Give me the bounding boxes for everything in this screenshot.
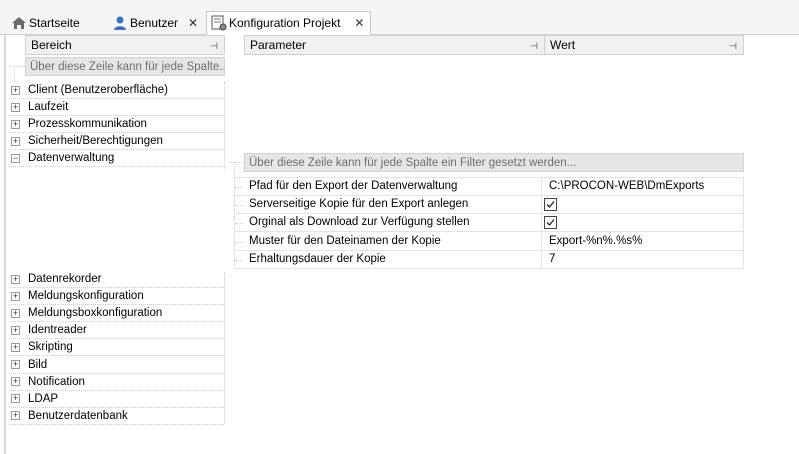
close-icon[interactable]: ✕ xyxy=(354,16,364,30)
expand-icon[interactable]: + xyxy=(11,377,20,387)
filter-placeholder: Über diese Zeile kann für jede Spalte ei… xyxy=(249,156,577,169)
expand-icon[interactable]: + xyxy=(11,394,20,404)
param-row[interactable]: Serverseitige Kopie für den Export anleg… xyxy=(235,196,744,215)
detail-connector xyxy=(235,241,243,243)
detail-connector xyxy=(235,259,243,261)
tree-item[interactable]: + Prozesskommunikation xyxy=(9,116,224,134)
param-name: Muster für den Dateinamen der Kopie xyxy=(249,234,441,247)
tree-item-label: Meldungskonfiguration xyxy=(28,290,144,303)
detail-connector xyxy=(229,162,244,163)
param-name: Serverseitige Kopie für den Export anleg… xyxy=(249,198,469,211)
expand-icon[interactable]: + xyxy=(11,360,20,369)
tree-item-label: Benutzerdatenbank xyxy=(28,409,128,422)
filter-placeholder: Über diese Zeile kann für jede Spalte... xyxy=(30,60,225,73)
tree-item-label: Client (Benutzeroberfläche) xyxy=(28,84,168,96)
expand-icon[interactable]: + xyxy=(11,325,20,335)
tab-startseite[interactable]: Startseite xyxy=(11,12,80,34)
tree-item[interactable]: + Benutzerdatenbank xyxy=(9,408,224,425)
tree-item-label: Notification xyxy=(28,375,85,388)
tree-item-label: Skripting xyxy=(28,341,73,354)
param-name: Erhaltungsdauer der Kopie xyxy=(249,252,386,265)
tab-label: Konfiguration Projekt xyxy=(229,16,341,30)
tree-border xyxy=(224,82,225,170)
detail-connector xyxy=(235,187,243,188)
expand-icon[interactable]: + xyxy=(11,411,20,421)
tree-border xyxy=(224,272,225,424)
config-gear-icon xyxy=(211,15,227,31)
tree-filter-row[interactable]: Über diese Zeile kann für jede Spalte... xyxy=(25,57,225,76)
home-icon xyxy=(11,15,27,31)
tree-item[interactable]: + Bild xyxy=(9,357,224,374)
tree-item-label: Laufzeit xyxy=(28,101,69,114)
detail-connector xyxy=(235,205,243,207)
expand-icon[interactable]: + xyxy=(11,291,20,301)
tree-item-label: Prozesskommunikation xyxy=(28,118,147,131)
tree-connector xyxy=(14,66,15,81)
tree-item[interactable]: + Laufzeit xyxy=(9,99,224,117)
param-value[interactable]: C:\PROCON-WEB\DmExports xyxy=(549,180,704,192)
param-name: Pfad für den Export der Datenverwaltung xyxy=(249,180,458,192)
tree-item[interactable]: + Datenrekorder xyxy=(9,271,224,288)
param-filter-row[interactable]: Über diese Zeile kann für jede Spalte ei… xyxy=(244,153,744,172)
tree-item[interactable]: + Client (Benutzeroberfläche) xyxy=(9,82,224,99)
tree-item-label: Meldungsboxkonfiguration xyxy=(28,307,163,320)
expand-icon[interactable]: + xyxy=(11,308,20,318)
tree-item-label: Datenrekorder xyxy=(28,273,102,285)
collapse-icon[interactable]: − xyxy=(11,153,20,163)
tree-item-label: Identreader xyxy=(28,324,87,337)
column-header-label: Wert xyxy=(550,38,576,52)
close-icon[interactable]: ✕ xyxy=(188,16,198,30)
param-value[interactable]: 7 xyxy=(549,253,555,265)
param-row[interactable]: Muster für den Dateinamen der Kopie Expor… xyxy=(235,232,744,251)
column-header-label: Bereich xyxy=(31,38,72,52)
tab-benutzer[interactable]: Benutzer ✕ xyxy=(112,12,198,34)
tree-header-bereich[interactable]: Bereich ⊣ xyxy=(25,35,225,55)
tree-item-label: Bild xyxy=(28,358,48,371)
expand-icon[interactable]: + xyxy=(11,85,20,95)
pin-icon[interactable]: ⊣ xyxy=(210,41,218,52)
tree-item[interactable]: + LDAP xyxy=(9,391,224,408)
column-header-label: Parameter xyxy=(250,38,307,52)
param-name: Orginal als Download zur Verfügung stell… xyxy=(249,216,470,229)
tree-item[interactable]: − Datenverwaltung xyxy=(9,150,224,168)
checkbox-checked[interactable] xyxy=(544,216,557,230)
expand-icon[interactable]: + xyxy=(11,342,20,352)
param-row[interactable]: Orginal als Download zur Verfügung stell… xyxy=(235,214,744,233)
tree-item[interactable]: + Identreader xyxy=(9,322,224,340)
tree-connector xyxy=(9,66,25,67)
cell-separator xyxy=(541,178,542,196)
window-edge xyxy=(4,34,6,454)
param-value[interactable]: Export-%n%.%s% xyxy=(549,235,642,247)
expand-icon[interactable]: + xyxy=(11,102,20,112)
column-header-wert[interactable]: Wert ⊣ xyxy=(544,35,744,55)
tree-item-label: Datenverwaltung xyxy=(28,152,115,165)
cell-separator xyxy=(541,250,542,269)
tree-item-label: LDAP xyxy=(28,392,59,405)
tab-label: Benutzer xyxy=(130,16,179,30)
pin-icon[interactable]: ⊣ xyxy=(729,41,737,52)
param-row[interactable]: Erhaltungsdauer der Kopie 7 xyxy=(235,250,744,269)
expand-icon[interactable]: + xyxy=(11,119,20,129)
expand-icon[interactable]: + xyxy=(11,274,20,284)
user-icon xyxy=(112,15,128,31)
tab-label: Startseite xyxy=(29,16,80,30)
cell-separator xyxy=(541,196,542,215)
cell-separator xyxy=(541,214,542,233)
column-header-parameter[interactable]: Parameter ⊣ xyxy=(244,35,545,55)
expand-icon[interactable]: + xyxy=(11,136,20,146)
tree-item[interactable]: + Notification xyxy=(9,374,224,391)
tree-item[interactable]: + Sicherheit/Berechtigungen xyxy=(9,133,224,151)
checkbox-checked[interactable] xyxy=(544,198,557,212)
cell-separator xyxy=(541,232,542,251)
detail-connector xyxy=(235,223,243,225)
tree-item-label: Sicherheit/Berechtigungen xyxy=(28,135,163,148)
param-row[interactable]: Pfad für den Export der Datenverwaltung C… xyxy=(235,178,744,196)
tree-item[interactable]: + Meldungskonfiguration xyxy=(9,288,224,306)
pin-icon[interactable]: ⊣ xyxy=(530,41,538,52)
tab-konfiguration-projekt[interactable]: Konfiguration Projekt ✕ xyxy=(206,11,372,35)
tree-item[interactable]: + Meldungsboxkonfiguration xyxy=(9,305,224,323)
tree-item[interactable]: + Skripting xyxy=(9,339,224,357)
tab-bar: Startseite Benutzer ✕ Konfiguration Proj… xyxy=(0,9,799,35)
